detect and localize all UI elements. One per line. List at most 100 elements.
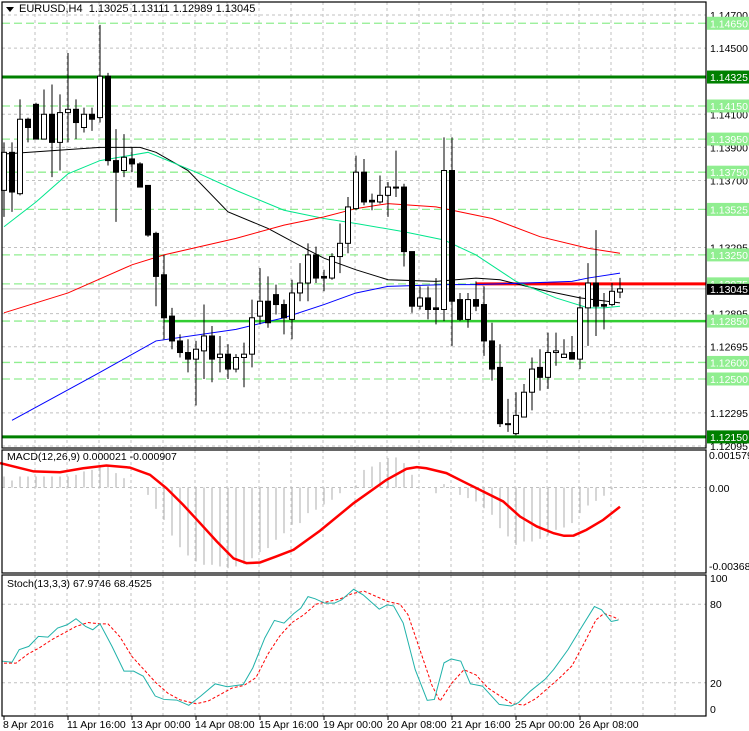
chart-canvas[interactable]: 1.147001.145001.141001.139001.137001.132… xyxy=(0,0,749,731)
candle-bull xyxy=(609,290,615,306)
price-tick-label: 1.14500 xyxy=(710,43,748,55)
ma-black-line xyxy=(3,146,621,304)
candle-bear xyxy=(265,300,271,324)
candle-bear xyxy=(369,199,375,203)
current-price-label: 1.13045 xyxy=(710,284,748,296)
candle-bear xyxy=(281,304,287,319)
candle-bear xyxy=(89,113,95,120)
candle-bear xyxy=(433,307,439,311)
candle-bear xyxy=(473,299,479,307)
time-axis-label: 8 Apr 2016 xyxy=(3,719,54,731)
time-axis-label: 21 Apr 16:00 xyxy=(451,719,511,731)
low-value: 1.12989 xyxy=(172,3,213,15)
candle-bull xyxy=(545,352,551,378)
candle-bull xyxy=(41,113,47,140)
candle-bear xyxy=(137,163,143,188)
candle-bull xyxy=(377,194,383,203)
stoch-signal-line xyxy=(4,590,619,706)
candle-bear xyxy=(409,251,415,307)
macd-axis-label: 0.00 xyxy=(709,483,730,495)
candle-bear xyxy=(9,151,15,193)
candle-bull xyxy=(417,297,423,307)
candle-bull xyxy=(201,335,207,352)
close-value: 1.13045 xyxy=(215,3,256,15)
level-price-label: 1.12500 xyxy=(710,374,748,386)
candle-bear xyxy=(449,170,455,302)
chart-title: EURUSD,H4 1.13025 1.13111 1.12989 1.1304… xyxy=(6,3,255,15)
candle-bear xyxy=(25,118,31,129)
candle-bear xyxy=(457,299,463,320)
stoch-main-line xyxy=(2,588,619,707)
level-price-label: 1.13525 xyxy=(710,204,748,216)
candle-bear xyxy=(321,275,327,279)
candle-bear xyxy=(49,113,55,143)
pane-frame xyxy=(1,574,707,717)
candle-bull xyxy=(57,112,63,143)
candle-bull xyxy=(617,288,623,293)
candle-bear xyxy=(489,340,495,370)
candle-bull xyxy=(353,171,359,210)
pane-frame xyxy=(1,1,707,449)
candle-bear xyxy=(273,294,279,306)
open-value: 1.13025 xyxy=(88,3,129,15)
candle-bull xyxy=(65,108,71,114)
candle-bull xyxy=(81,113,87,129)
level-price-label: 1.12150 xyxy=(710,432,748,444)
candle-bear xyxy=(225,353,231,370)
candle-bear xyxy=(481,304,487,342)
candle-bear xyxy=(161,274,167,319)
candle-bear xyxy=(169,315,175,342)
candle-bear xyxy=(537,366,543,378)
candle-bull xyxy=(97,75,103,119)
candle-bull xyxy=(577,307,583,360)
candle-bull xyxy=(513,414,519,435)
candle-bull xyxy=(521,391,527,418)
level-price-label: 1.14150 xyxy=(710,101,748,113)
stoch-axis-label: 20 xyxy=(710,678,722,690)
candle-bull xyxy=(585,282,591,309)
macd-label: MACD(12,26,9) 0.000021 -0.000907 xyxy=(7,451,177,463)
candle-bull xyxy=(561,353,567,358)
candle-bull xyxy=(121,156,127,172)
time-axis-label: 26 Apr 08:00 xyxy=(579,719,639,731)
candle-bear xyxy=(593,282,599,307)
candle-bull xyxy=(553,350,559,354)
candle-bear xyxy=(497,366,503,425)
stoch-axis-label: 80 xyxy=(710,599,722,611)
candle-bull xyxy=(241,353,247,358)
candle-bull xyxy=(393,186,399,189)
time-axis-label: 20 Apr 08:00 xyxy=(387,719,447,731)
candle-bull xyxy=(289,292,295,320)
stoch-axis-label: 100 xyxy=(710,573,728,585)
candle-bear xyxy=(209,335,215,360)
candle-bear xyxy=(601,304,607,307)
level-price-label: 1.12600 xyxy=(710,357,748,369)
level-price-label: 1.13250 xyxy=(710,250,748,262)
candle-bull xyxy=(505,423,511,426)
candle-bull xyxy=(305,254,311,284)
candle-bull xyxy=(465,299,471,320)
candle-bull xyxy=(329,256,335,279)
candle-bear xyxy=(145,184,151,236)
time-axis-label: 25 Apr 00:00 xyxy=(515,719,575,731)
time-axis-label: 13 Apr 00:00 xyxy=(131,719,191,731)
candle-bull xyxy=(297,282,303,294)
macd-axis-label: 0.001579 xyxy=(709,450,749,462)
candle-bear xyxy=(73,108,79,124)
candle-bull xyxy=(337,242,343,258)
candle-bull xyxy=(249,317,255,355)
candle-bull xyxy=(385,186,391,196)
candle-bull xyxy=(17,118,23,195)
macd-signal-line xyxy=(0,461,621,565)
candle-bear xyxy=(33,103,39,140)
macd-axis-label: -0.003683 xyxy=(709,561,749,573)
candle-bull xyxy=(441,170,447,311)
time-axis-label: 19 Apr 00:00 xyxy=(323,719,383,731)
level-price-label: 1.12850 xyxy=(710,316,748,328)
candle-bear xyxy=(569,352,575,360)
candle-bear xyxy=(153,232,159,277)
collapse-triangle-icon[interactable] xyxy=(6,6,14,12)
candle-bull xyxy=(529,368,535,393)
candle-bear xyxy=(113,160,119,173)
candle-bear xyxy=(177,340,183,354)
